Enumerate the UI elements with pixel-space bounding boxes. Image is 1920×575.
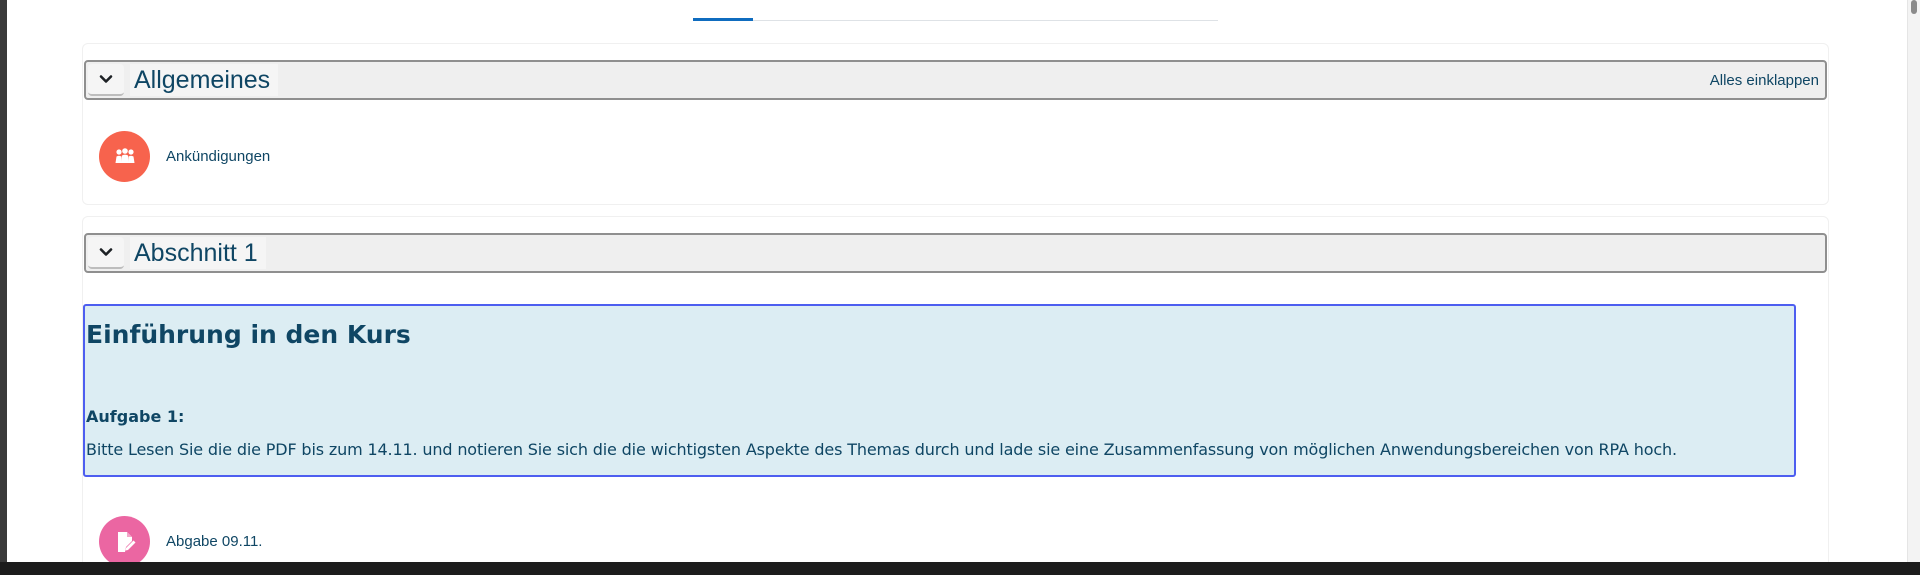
section-general-title[interactable]: Allgemeines: [130, 64, 279, 96]
tab-underline: [693, 20, 1218, 21]
activity-announcements[interactable]: Ankündigungen: [99, 131, 270, 182]
forum-icon: [115, 147, 134, 163]
section-1-header: Abschnitt 1: [84, 233, 1827, 273]
section-general-toggle-button[interactable]: [88, 64, 124, 96]
section-general: Allgemeines Alles einklappen Ankündigung…: [82, 43, 1829, 205]
window-frame-bottom: [0, 562, 1920, 575]
window-frame-left: [0, 0, 7, 575]
vertical-scrollbar[interactable]: [1907, 0, 1920, 562]
activity-assignment-label[interactable]: Abgabe 09.11.: [166, 533, 262, 550]
section-1-title[interactable]: Abschnitt 1: [130, 237, 266, 269]
activity-assignment[interactable]: Abgabe 09.11.: [99, 516, 262, 567]
assignment-icon: [117, 531, 135, 552]
collapse-all-link[interactable]: Alles einklappen: [1710, 72, 1819, 90]
activity-announcements-label[interactable]: Ankündigungen: [166, 148, 270, 165]
summary-heading: Einführung in den Kurs: [86, 320, 411, 349]
chevron-down-icon: [99, 248, 113, 256]
activity-assignment-icon-wrap: [99, 516, 150, 567]
summary-task-text: Bitte Lesen Sie die die PDF bis zum 14.1…: [86, 440, 1677, 459]
section-1-toggle-button[interactable]: [88, 237, 124, 269]
summary-task-label: Aufgabe 1:: [86, 407, 185, 426]
section-1-summary: Einführung in den Kurs Aufgabe 1: Bitte …: [83, 304, 1796, 477]
scrollbar-thumb[interactable]: [1911, 0, 1917, 14]
activity-announcements-icon-wrap: [99, 131, 150, 182]
active-tab-indicator: [693, 18, 753, 21]
section-general-header: Allgemeines Alles einklappen: [84, 60, 1827, 100]
chevron-down-icon: [99, 75, 113, 83]
